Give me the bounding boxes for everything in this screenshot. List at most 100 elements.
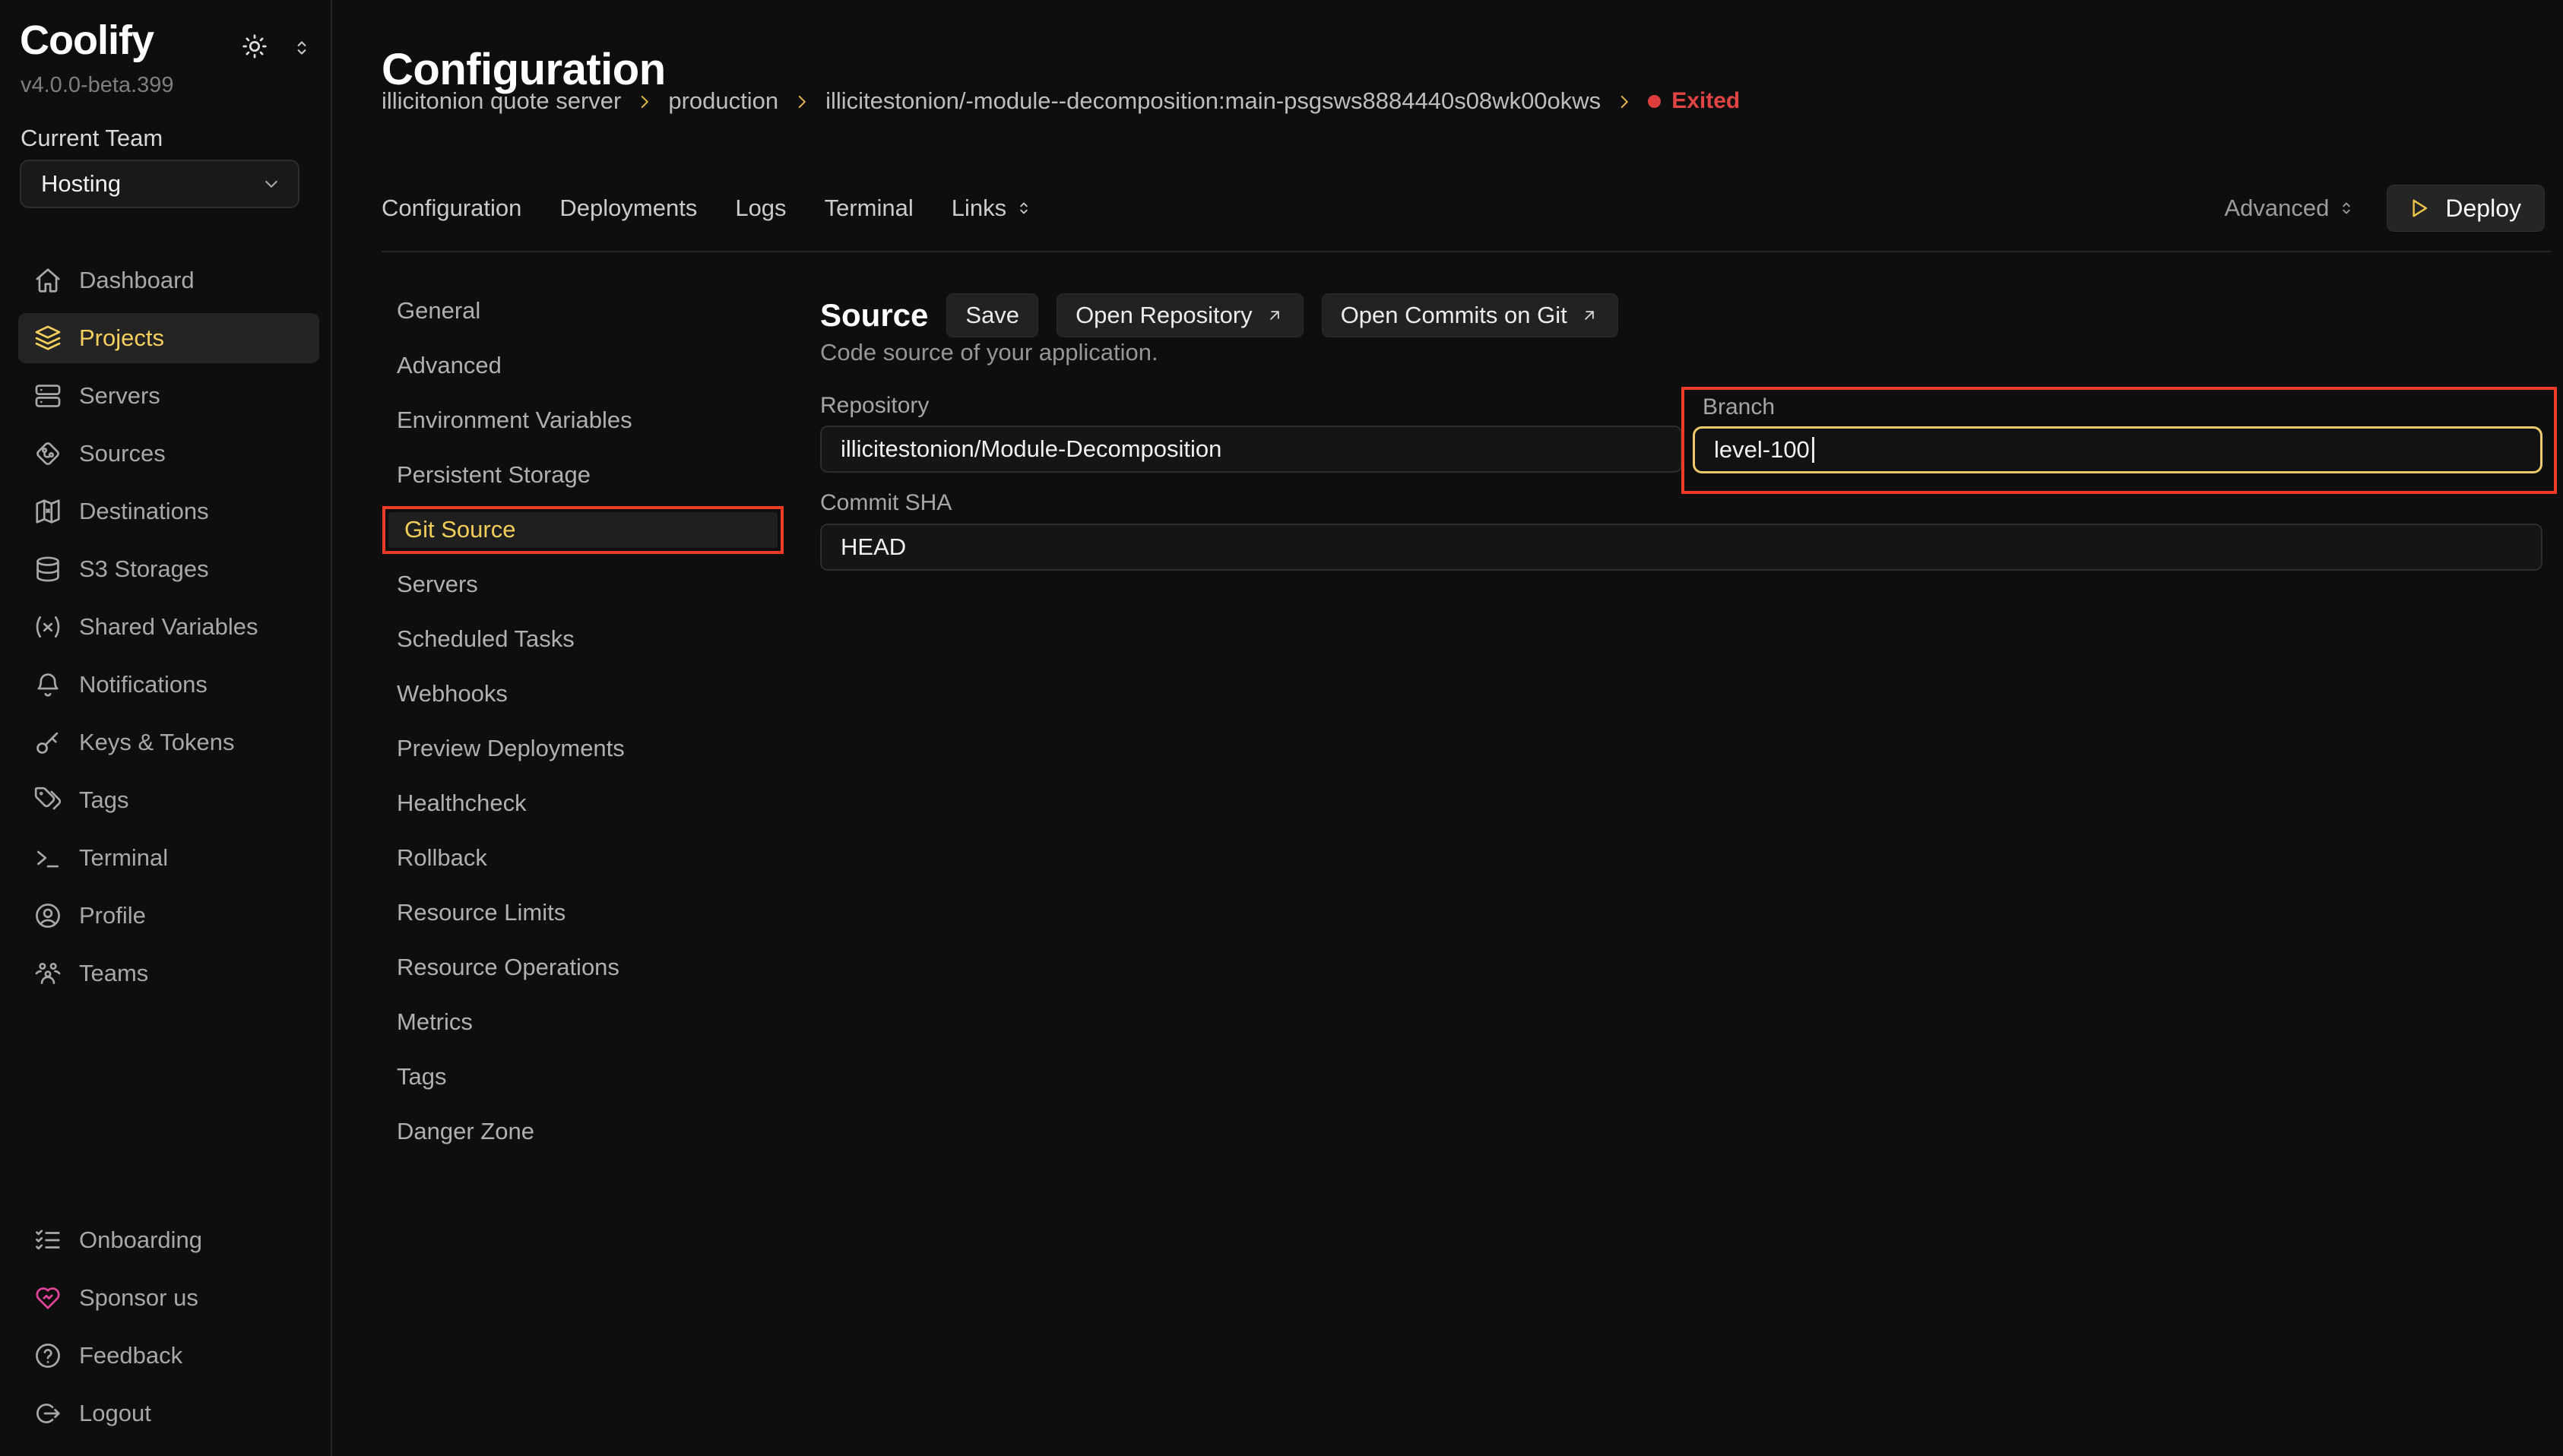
sidebar-item-onboarding[interactable]: Onboarding (0, 1211, 332, 1269)
chevron-right-icon (1614, 92, 1634, 112)
tab-deployments[interactable]: Deployments (559, 195, 697, 222)
terminal-icon (33, 844, 62, 872)
repository-input[interactable]: illicitestonion/Module-Decomposition (820, 426, 1682, 473)
sidebar-item-shared-variables[interactable]: Shared Variables (0, 598, 332, 656)
sun-icon[interactable] (240, 32, 269, 61)
config-subnav: General Advanced Environment Variables P… (382, 283, 792, 1159)
source-description: Code source of your application. (820, 339, 1158, 366)
sidebar-item-projects[interactable]: Projects (0, 309, 332, 367)
text-cursor (1812, 437, 1814, 463)
subnav-item-rollback[interactable]: Rollback (382, 831, 792, 885)
tab-terminal[interactable]: Terminal (825, 195, 914, 222)
breadcrumb-environment[interactable]: production (668, 87, 778, 115)
chevron-right-icon (792, 92, 812, 112)
sidebar-item-s3-storages[interactable]: S3 Storages (0, 540, 332, 598)
header-divider (382, 251, 2551, 252)
unfold-icon (2336, 198, 2356, 218)
subnav-item-git-source[interactable]: Git Source (382, 502, 792, 557)
subnav-item-healthcheck[interactable]: Healthcheck (382, 776, 792, 831)
advanced-dropdown[interactable]: Advanced (2225, 195, 2357, 222)
sidebar-footer-nav: Onboarding Sponsor us Feedback Logout (0, 1211, 332, 1442)
unfold-icon[interactable] (290, 36, 313, 59)
key-icon (33, 728, 62, 757)
arrow-up-right-icon (1579, 305, 1599, 325)
subnav-item-webhooks[interactable]: Webhooks (382, 666, 792, 721)
commit-sha-input[interactable]: HEAD (820, 524, 2542, 571)
subnav-item-persistent-storage[interactable]: Persistent Storage (382, 448, 792, 502)
subnav-item-preview-deployments[interactable]: Preview Deployments (382, 721, 792, 776)
repository-label: Repository (820, 393, 929, 419)
status-badge: Exited (1648, 88, 1740, 114)
sidebar-item-feedback[interactable]: Feedback (0, 1327, 332, 1385)
help-icon (33, 1341, 62, 1370)
subnav-item-tags[interactable]: Tags (382, 1049, 792, 1104)
layers-icon (33, 324, 62, 353)
tags-icon (33, 786, 62, 815)
coolify-app: Coolify v4.0.0-beta.399 Current Team Hos… (0, 0, 2563, 1456)
git-source-icon (33, 439, 62, 468)
sidebar-item-dashboard[interactable]: Dashboard (0, 252, 332, 309)
checklist-icon (33, 1226, 62, 1255)
sidebar-item-sponsor-us[interactable]: Sponsor us (0, 1269, 332, 1327)
branch-label: Branch (1703, 394, 1775, 420)
database-icon (33, 555, 62, 584)
status-dot (1648, 95, 1661, 108)
subnav-item-resource-limits[interactable]: Resource Limits (382, 885, 792, 940)
sidebar-item-destinations[interactable]: Destinations (0, 483, 332, 540)
deploy-button[interactable]: Deploy (2387, 185, 2545, 232)
unfold-icon (1014, 198, 1034, 218)
commit-sha-label: Commit SHA (820, 490, 952, 516)
variable-icon (33, 612, 62, 641)
open-repository-button[interactable]: Open Repository (1057, 293, 1304, 337)
sidebar-item-servers[interactable]: Servers (0, 367, 332, 425)
tab-logs[interactable]: Logs (735, 195, 786, 222)
save-button[interactable]: Save (946, 293, 1038, 337)
home-icon (33, 266, 62, 295)
tab-configuration[interactable]: Configuration (382, 195, 521, 222)
sidebar-item-notifications[interactable]: Notifications (0, 656, 332, 714)
current-team-label: Current Team (21, 125, 163, 152)
subnav-item-servers[interactable]: Servers (382, 557, 792, 612)
app-logo[interactable]: Coolify (20, 17, 154, 64)
breadcrumb: illicitonion quote server production ill… (382, 84, 1740, 119)
subnav-item-scheduled-tasks[interactable]: Scheduled Tasks (382, 612, 792, 666)
heart-icon (33, 1283, 62, 1312)
breadcrumb-project[interactable]: illicitonion quote server (382, 87, 621, 115)
sidebar-item-terminal[interactable]: Terminal (0, 829, 332, 887)
play-icon (2406, 195, 2432, 221)
user-icon (33, 901, 62, 930)
status-text: Exited (1671, 88, 1740, 114)
source-header-row: Source Save Open Repository Open Commits… (820, 292, 1618, 339)
chevron-right-icon (635, 92, 654, 112)
sidebar-item-profile[interactable]: Profile (0, 887, 332, 945)
subnav-item-general[interactable]: General (382, 283, 792, 338)
branch-input[interactable]: level-100 (1693, 426, 2542, 473)
map-icon (33, 497, 62, 526)
sidebar-item-sources[interactable]: Sources (0, 425, 332, 483)
sidebar-nav: Dashboard Projects Servers Sources (0, 252, 332, 1002)
breadcrumb-application[interactable]: illicitestonion/-module--decomposition:m… (825, 87, 1601, 115)
app-version: v4.0.0-beta.399 (21, 73, 174, 98)
open-commits-button[interactable]: Open Commits on Git (1322, 293, 1618, 337)
subnav-item-environment-variables[interactable]: Environment Variables (382, 393, 792, 448)
subnav-item-metrics[interactable]: Metrics (382, 995, 792, 1049)
source-heading: Source (820, 297, 928, 334)
sidebar: Coolify v4.0.0-beta.399 Current Team Hos… (0, 0, 332, 1456)
users-icon (33, 959, 62, 988)
subnav-item-danger-zone[interactable]: Danger Zone (382, 1104, 792, 1159)
sidebar-item-logout[interactable]: Logout (0, 1385, 332, 1442)
subnav-item-resource-operations[interactable]: Resource Operations (382, 940, 792, 995)
server-icon (33, 381, 62, 410)
subnav-item-advanced[interactable]: Advanced (382, 338, 792, 393)
sidebar-item-teams[interactable]: Teams (0, 945, 332, 1002)
arrow-up-right-icon (1265, 305, 1285, 325)
logout-icon (33, 1399, 62, 1428)
team-select[interactable]: Hosting (20, 160, 299, 208)
bell-icon (33, 670, 62, 699)
sidebar-item-tags[interactable]: Tags (0, 771, 332, 829)
sidebar-item-keys-tokens[interactable]: Keys & Tokens (0, 714, 332, 771)
tab-bar: Configuration Deployments Logs Terminal … (382, 185, 2545, 232)
team-select-value: Hosting (41, 170, 260, 198)
tab-links[interactable]: Links (952, 195, 1034, 222)
chevron-down-icon (260, 173, 283, 195)
